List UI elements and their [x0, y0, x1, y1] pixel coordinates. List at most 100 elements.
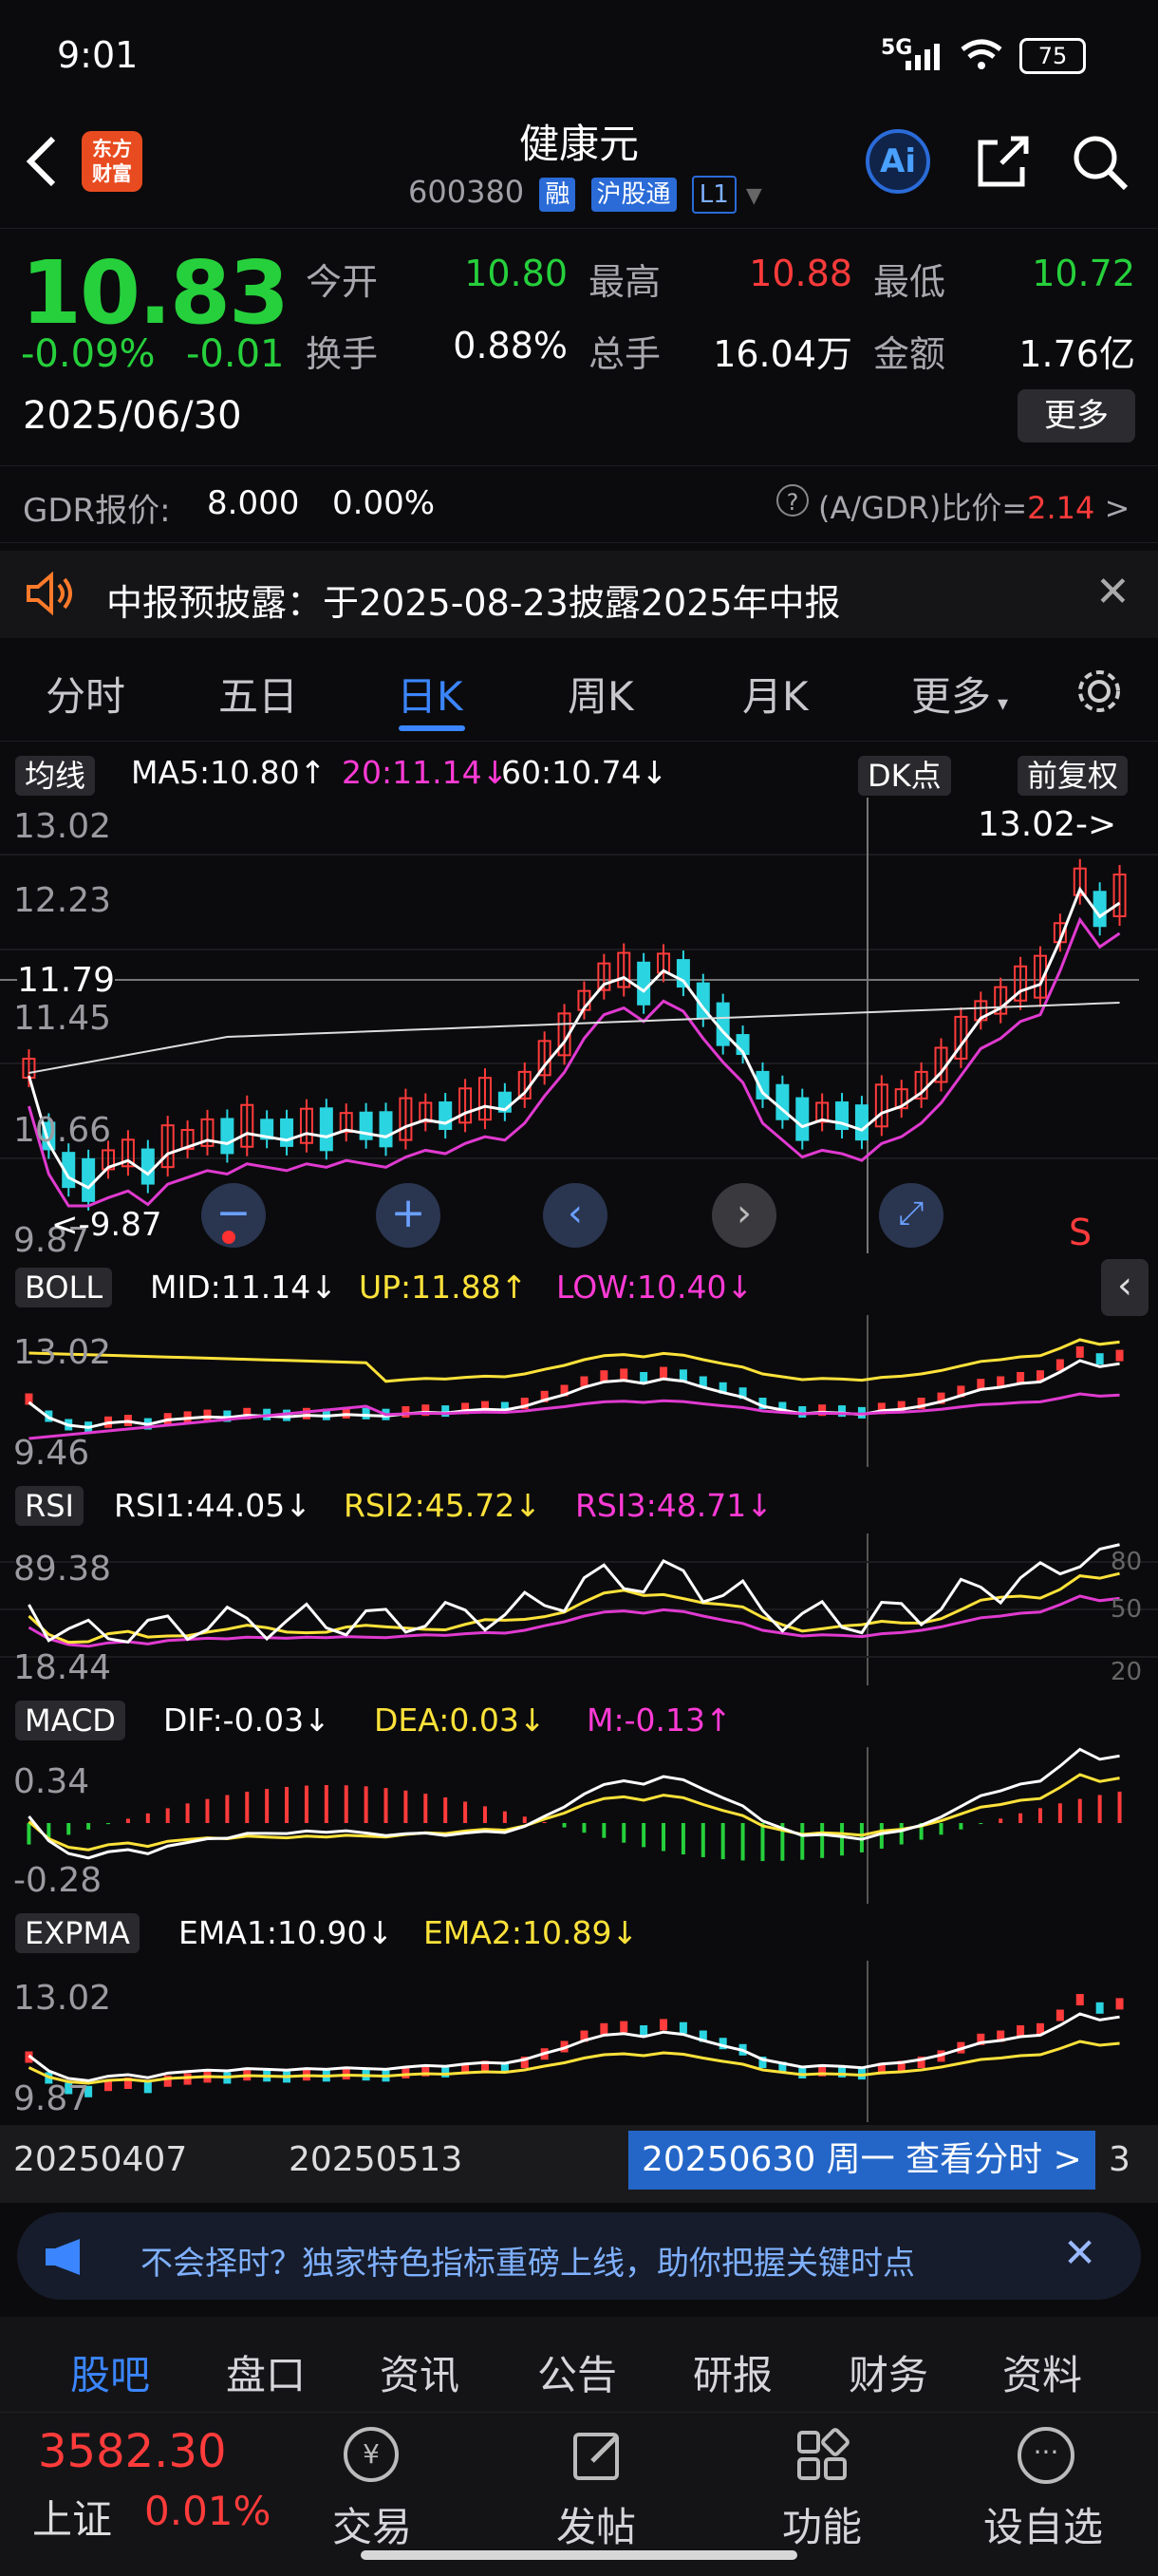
buy-dot — [222, 1231, 235, 1244]
scroll-left-button[interactable]: ‹ — [543, 1183, 607, 1248]
change-percent: -0.09% — [21, 332, 156, 376]
stat-low-value: 10.72 — [1032, 253, 1135, 294]
more-icon: ··· — [1018, 2427, 1074, 2484]
ai-button[interactable]: Ai — [866, 129, 930, 194]
boll-candle — [838, 1405, 847, 1418]
stock-code-row[interactable]: 600380 融 沪股通 L1 ▼ — [408, 174, 762, 214]
expma-y-label-1: 13.02 — [13, 1979, 112, 2018]
rsi-selector[interactable]: RSI — [15, 1486, 84, 1526]
stat-volume-value: 16.04万 — [713, 333, 852, 375]
zoom-in-button[interactable]: + — [376, 1183, 440, 1248]
post-button[interactable]: 发帖 — [556, 2495, 636, 2553]
stat-amount-value: 1.76亿 — [1018, 333, 1135, 375]
tab-research[interactable]: 研报 — [693, 2343, 773, 2401]
min-marker: <-9.87 — [51, 1206, 162, 1244]
rsi2-line — [28, 1571, 1120, 1645]
collapse-panel-button[interactable]: ‹ — [1101, 1259, 1149, 1316]
adjust-button[interactable]: 前复权 — [1018, 752, 1129, 796]
tab-five-day[interactable]: 五日 — [218, 665, 298, 723]
tab-finance[interactable]: 财务 — [849, 2343, 928, 2401]
expma-candle — [600, 2022, 608, 2035]
tab-profile[interactable]: 资料 — [1002, 2343, 1082, 2401]
boll-candle — [1075, 1346, 1084, 1358]
expma-chart — [25, 1961, 1124, 2122]
gdr-pct: 0.00% — [332, 484, 436, 522]
share-icon[interactable] — [973, 133, 1032, 192]
expma-candle — [660, 2019, 668, 2031]
tab-monthly-k[interactable]: 月K — [742, 665, 809, 723]
edit-icon — [573, 2433, 619, 2480]
expma-selector[interactable]: EXPMA — [15, 1913, 140, 1953]
expma-candle — [1075, 1994, 1084, 2005]
candle-body — [854, 1104, 868, 1141]
ma5-value: MA5:10.80↑ — [131, 754, 327, 791]
boll-candle — [1095, 1353, 1104, 1365]
tab-announcements[interactable]: 公告 — [537, 2343, 617, 2401]
battery-level: 75 — [1037, 43, 1068, 69]
scroll-right-button[interactable]: › — [712, 1183, 776, 1248]
expma-y-label-2: 9.87 — [13, 2079, 90, 2118]
index-value[interactable]: 3582.30 — [38, 2425, 227, 2478]
expma-candle — [1115, 1998, 1124, 2010]
tab-more[interactable]: 更多 ▾ — [911, 665, 1008, 723]
rsi3-value: RSI3:48.71↓ — [575, 1487, 773, 1524]
candle-body — [319, 1107, 333, 1152]
trade-button[interactable]: 交易 — [332, 2495, 412, 2553]
promo-text: 不会择时？独家特色指标重磅上线，助你把握关键时点 — [140, 2245, 915, 2283]
signal-icon — [906, 44, 940, 70]
macd-chart — [27, 1747, 1122, 1904]
macd-dif: DIF:-0.03↓ — [163, 1702, 330, 1739]
speaker-icon — [27, 572, 72, 615]
tab-guba[interactable]: 股吧 — [70, 2343, 150, 2401]
close-icon[interactable]: ✕ — [1095, 568, 1130, 616]
candle-body — [140, 1148, 155, 1185]
current-price: 10.83 — [21, 242, 290, 344]
promo-close-icon[interactable]: ✕ — [1063, 2229, 1096, 2276]
boll-chart — [25, 1315, 1124, 1467]
stat-turnover-label: 换手 — [306, 333, 379, 375]
ma-selector[interactable]: 均线 — [15, 752, 96, 796]
expma-ema1: EMA1:10.90↓ — [178, 1914, 394, 1951]
search-icon[interactable] — [1071, 133, 1131, 194]
help-icon[interactable]: ? — [776, 484, 809, 517]
view-intraday-link[interactable]: 20250630 周一 查看分时 > — [628, 2131, 1095, 2190]
home-indicator[interactable] — [361, 2550, 797, 2560]
tab-news[interactable]: 资讯 — [380, 2343, 459, 2401]
stat-open-value: 10.80 — [464, 253, 568, 294]
tab-pankou[interactable]: 盘口 — [226, 2343, 306, 2401]
tab-intraday[interactable]: 分时 — [46, 665, 125, 723]
boll-up: UP:11.88↑ — [359, 1269, 528, 1306]
fullscreen-button[interactable]: ⤢ — [879, 1183, 943, 1248]
more-stats-button[interactable]: 更多 — [1018, 389, 1135, 442]
boll-low: LOW:10.40↓ — [556, 1269, 754, 1306]
macd-m: M:-0.13↑ — [587, 1702, 732, 1739]
rsi1-value: RSI1:44.05↓ — [114, 1487, 311, 1524]
function-button[interactable]: 功能 — [782, 2495, 862, 2553]
status-time: 9:01 — [57, 34, 139, 76]
gear-icon[interactable] — [1073, 665, 1126, 718]
k-y-label-1: 13.02 — [13, 807, 112, 846]
boll-candle — [441, 1405, 450, 1418]
gdr-ratio[interactable]: (A/GDR)比价=2.14 > — [818, 484, 1130, 528]
sell-signal: S — [1069, 1212, 1093, 1253]
rsi-level-50: 50 — [1111, 1595, 1143, 1624]
expma-candle — [143, 2081, 152, 2094]
boll-y-label-1: 13.02 — [13, 1333, 112, 1372]
dropdown-icon: ▼ — [745, 184, 762, 208]
boll-y-label-2: 9.46 — [13, 1434, 90, 1473]
index-pct: 0.01% — [144, 2488, 271, 2534]
boll-candle — [203, 1409, 212, 1421]
macd-selector[interactable]: MACD — [15, 1701, 125, 1740]
add-watchlist-button[interactable]: 设自选 — [983, 2495, 1103, 2553]
dk-button[interactable]: DK点 — [858, 752, 951, 796]
k-y-label-3: 11.45 — [13, 999, 112, 1038]
boll-selector[interactable]: BOLL — [15, 1268, 113, 1307]
expma-candle — [620, 2021, 628, 2033]
tab-daily-k[interactable]: 日K — [397, 665, 463, 723]
stat-high-value: 10.88 — [749, 253, 852, 294]
rsi-level-20: 20 — [1111, 1658, 1143, 1686]
tab-weekly-k[interactable]: 周K — [568, 665, 634, 723]
index-name: 上证 — [32, 2496, 113, 2543]
megaphone-icon — [46, 2239, 80, 2275]
boll-candle — [660, 1366, 668, 1379]
